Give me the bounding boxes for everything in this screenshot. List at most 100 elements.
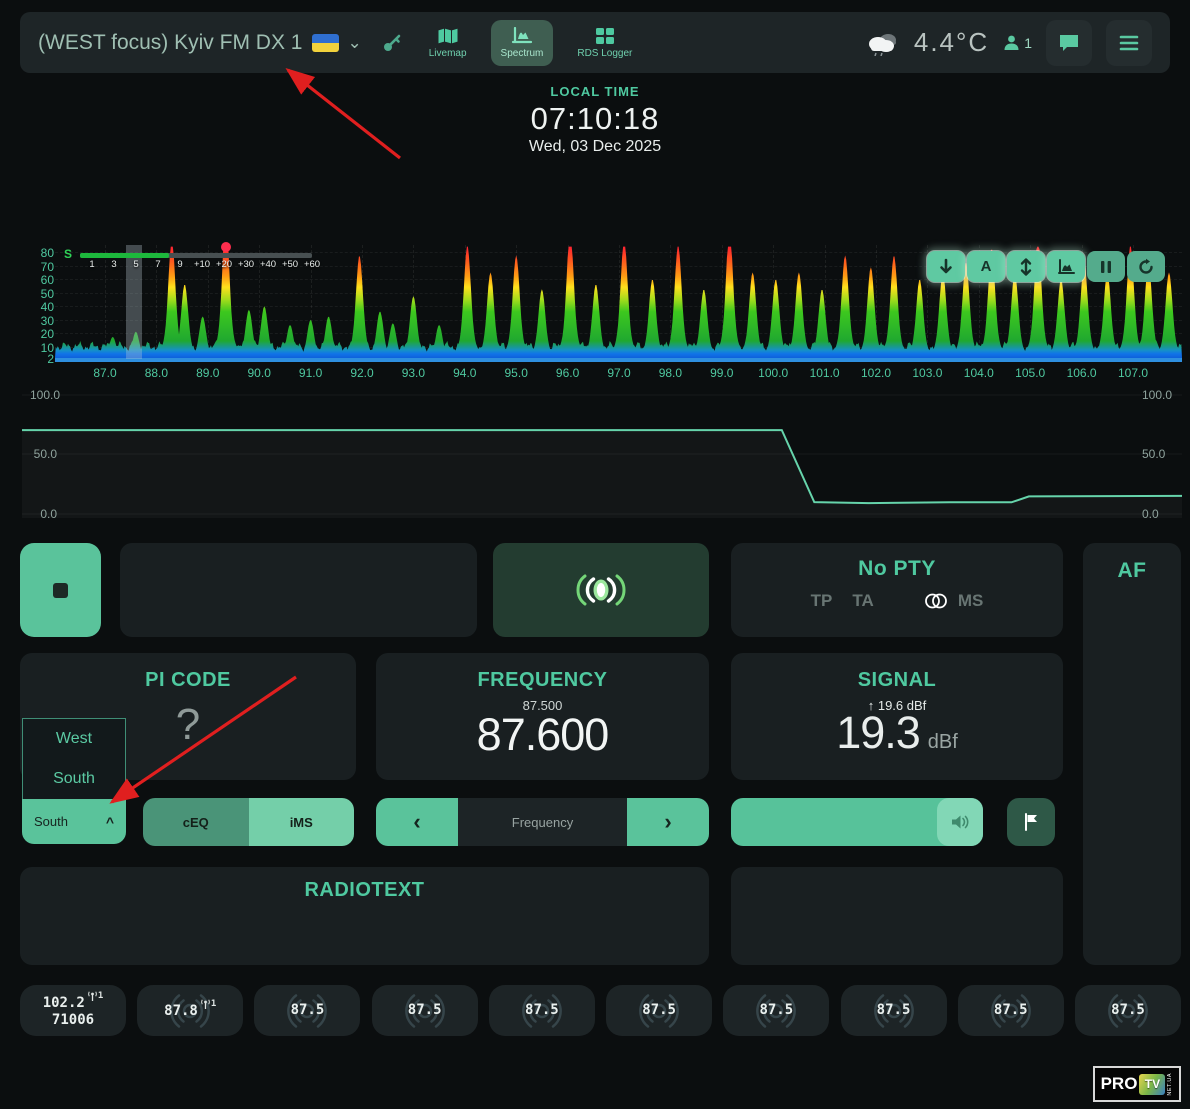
preset-button[interactable]: 87.5 — [254, 985, 360, 1036]
grid-icon — [595, 27, 615, 45]
preset-frequency: 87.5 — [642, 1002, 676, 1019]
preset-frequency: 87.5 — [994, 1002, 1028, 1019]
history-y-tick: 100.0 — [1142, 388, 1172, 402]
preset-frequency: 87.5 — [1111, 1002, 1145, 1019]
frequency-panel: FREQUENCY 87.500 87.600 — [376, 653, 709, 780]
preset-frequency: 87.81 — [164, 1001, 216, 1020]
spectrum-x-tick: 107.0 — [1118, 366, 1148, 380]
logo-pro-text: PRO — [1101, 1074, 1138, 1094]
nav-spectrum[interactable]: Spectrum — [491, 20, 554, 66]
preset-button[interactable]: 87.5 — [606, 985, 712, 1036]
pause-button[interactable] — [1087, 251, 1125, 282]
history-y-tick: 0.0 — [1142, 507, 1159, 521]
speaker-icon — [950, 813, 970, 831]
antenna-selected-value: South — [34, 814, 106, 829]
preset-button[interactable]: 102.2171006 — [20, 985, 126, 1036]
chat-button[interactable] — [1046, 20, 1092, 66]
volume-slider[interactable] — [731, 798, 983, 846]
preset-button[interactable]: 87.5 — [723, 985, 829, 1036]
stereo-icon — [924, 593, 948, 609]
frequency-down-button[interactable]: ‹ — [376, 798, 458, 846]
antenna-icon — [200, 999, 211, 1010]
preset-button[interactable]: 87.5 — [372, 985, 478, 1036]
spectrum-x-tick: 106.0 — [1067, 366, 1097, 380]
station-name-panel — [120, 543, 477, 637]
chart-style-button[interactable] — [1047, 251, 1085, 282]
nav-rds-logger-label: RDS Logger — [577, 48, 632, 59]
antenna-option-west[interactable]: West — [23, 719, 125, 759]
frequency-title: FREQUENCY — [376, 669, 709, 692]
preset-button[interactable]: 87.5 — [1075, 985, 1181, 1036]
peak-marker-dot — [221, 242, 231, 252]
preset-button[interactable]: 87.5 — [958, 985, 1064, 1036]
smeter-bar — [80, 253, 312, 258]
chevron-down-icon[interactable]: ⌄ — [347, 33, 361, 53]
preset-button[interactable]: 87.5 — [489, 985, 595, 1036]
spectrum-y-tick: 40 — [41, 300, 54, 314]
auto-scale-button[interactable]: A — [967, 251, 1005, 282]
nav-livemap[interactable]: Livemap — [419, 20, 477, 66]
spectrum-y-tick: 70 — [41, 260, 54, 274]
smeter-tick: +30 — [238, 259, 254, 270]
key-icon[interactable] — [380, 31, 404, 55]
spectrum-x-tick: 100.0 — [758, 366, 788, 380]
ukraine-flag-icon — [312, 34, 339, 52]
preset-frequency: 87.5 — [291, 1002, 325, 1019]
frequency-up-button[interactable]: › — [627, 798, 709, 846]
spectrum-x-tick: 88.0 — [145, 366, 168, 380]
vertical-scale-button[interactable] — [1007, 251, 1045, 282]
arrow-down-icon — [936, 257, 956, 277]
eq-segmented-control: cEQ iMS — [143, 798, 354, 846]
signal-value: 19.3 — [836, 709, 920, 756]
rds-flags: TP TA MS — [731, 591, 1063, 611]
antenna-select[interactable]: South ^ — [22, 799, 126, 844]
clock-date: Wed, 03 Dec 2025 — [0, 138, 1190, 156]
smeter-tick: +10 — [194, 259, 210, 270]
spectrum-x-tick: 91.0 — [299, 366, 322, 380]
spectrum-x-tick: 103.0 — [912, 366, 942, 380]
protv-logo: PRO TV NET.UA — [1093, 1066, 1181, 1102]
menu-button[interactable] — [1106, 20, 1152, 66]
user-icon — [1003, 34, 1020, 51]
volume-thumb[interactable] — [937, 798, 983, 846]
signal-unit: dBf — [928, 731, 958, 754]
arrows-vertical-icon — [1016, 257, 1036, 277]
local-clock: LOCAL TIME 07:10:18 Wed, 03 Dec 2025 — [0, 84, 1190, 156]
scroll-down-button[interactable] — [927, 251, 965, 282]
radiotext-panel: RADIOTEXT — [20, 867, 709, 965]
preset-pi-code: 71006 — [52, 1012, 94, 1028]
ceq-button[interactable]: cEQ — [143, 798, 249, 846]
spectrum-y-tick: 60 — [41, 273, 54, 287]
spectrum-x-tick: 98.0 — [659, 366, 682, 380]
flag-button[interactable] — [1007, 798, 1055, 846]
signal-panel: SIGNAL ↑ 19.6 dBf 19.3 dBf — [731, 653, 1063, 780]
spectrum-x-tick: 95.0 — [505, 366, 528, 380]
history-y-tick: 0.0 — [30, 507, 57, 521]
spectrum-x-tick: 102.0 — [861, 366, 891, 380]
pause-icon — [1098, 259, 1114, 275]
nav-rds-logger[interactable]: RDS Logger — [567, 20, 642, 66]
server-title[interactable]: (WEST focus) Kyiv FM DX 1 — [38, 31, 302, 55]
preset-button[interactable]: 87.81 — [137, 985, 243, 1036]
refresh-button[interactable] — [1127, 251, 1165, 282]
spectrum-baseline — [55, 358, 1182, 362]
spectrum-x-tick: 101.0 — [810, 366, 840, 380]
broadcast-signal-icon — [572, 567, 630, 613]
area-chart-icon — [1056, 257, 1076, 277]
spectrum-y-tick: 2 — [47, 352, 54, 366]
stop-icon — [53, 583, 68, 598]
pty-panel: No PTY TP TA MS — [731, 543, 1063, 637]
spectrum-y-tick: 80 — [41, 246, 54, 260]
frequency-input[interactable]: Frequency — [458, 798, 627, 846]
auto-label: A — [981, 258, 992, 275]
smeter-tick: +20 — [216, 259, 232, 270]
smeter-fill — [80, 253, 169, 258]
history-y-tick: 50.0 — [1142, 447, 1165, 461]
ims-button[interactable]: iMS — [249, 798, 355, 846]
spectrum-chart-icon — [511, 27, 533, 45]
preset-button[interactable]: 87.5 — [841, 985, 947, 1036]
antenna-option-south[interactable]: South — [23, 759, 125, 799]
fm-dx-webserver-app: (WEST focus) Kyiv FM DX 1 ⌄ Livemap Spec… — [0, 0, 1190, 1109]
preset-frequency: 87.5 — [525, 1002, 559, 1019]
stop-button[interactable] — [20, 543, 101, 637]
